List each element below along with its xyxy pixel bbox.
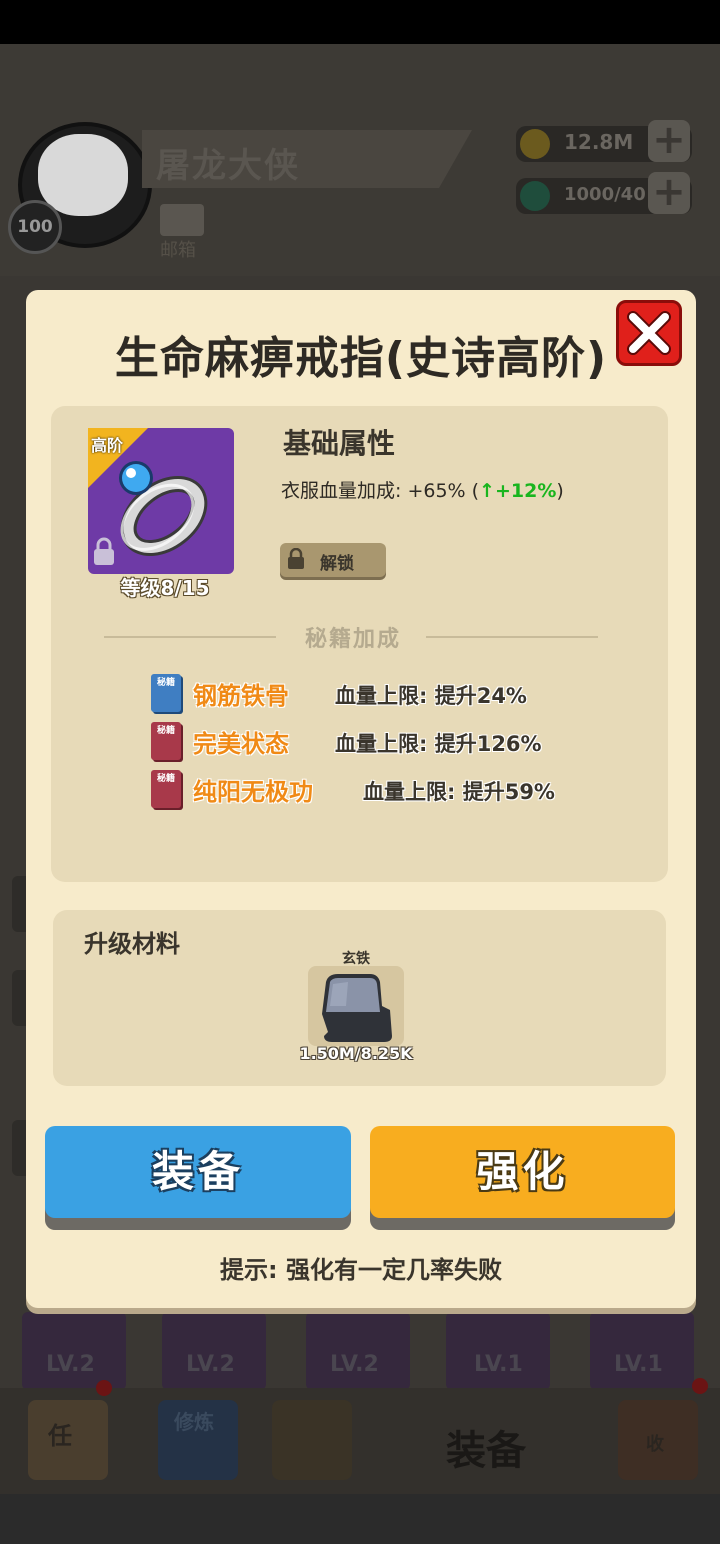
nav-cultivate-label: 修炼 [174,1410,214,1434]
divider-left [104,636,276,638]
skill-book-icon: 秘籍 [151,674,181,712]
lock-icon [94,537,114,565]
notification-dot [96,1380,112,1396]
materials-title: 升级材料 [84,930,180,958]
attribute-bonus: +12% [494,480,557,502]
up-arrow-icon: ↑ [479,480,495,502]
base-attributes-title: 基础属性 [283,427,396,460]
mail-label: 邮箱 [160,240,196,261]
attribute-close: ) [556,480,564,502]
skill-effect: 血量上限: 提升24% [335,684,527,708]
slot-level: LV.2 [46,1352,95,1377]
equip-slot-1[interactable] [22,1312,126,1390]
close-icon [627,311,671,355]
skill-effect: 血量上限: 提升59% [363,780,555,804]
skill-name: 纯阳无极功 [193,778,313,806]
equip-slot-3[interactable] [306,1312,410,1390]
notification-dot [692,1378,708,1394]
nav-equip-label[interactable]: 装备 [446,1418,526,1476]
nav-collect-label: 收 [646,1434,664,1455]
dialog-title: 生命麻痹戒指(史诗高阶) [114,333,608,384]
book-label: 秘籍 [157,774,176,784]
nav-task-label: 任 [48,1422,72,1450]
slot-level: LV.2 [186,1352,235,1377]
divider-right [426,636,598,638]
gem-icon [520,181,550,211]
gold-value: 12.8M [564,130,634,154]
avatar-face [38,134,128,216]
enhance-button[interactable]: 强化 [370,1126,675,1218]
skill-book-icon: 秘籍 [151,770,181,808]
equip-button-label: 装备 [151,1147,244,1196]
status-bar [0,0,720,44]
skill-book-icon: 秘籍 [151,722,181,760]
lock-icon [288,548,304,569]
iron-ore-icon [322,974,392,1042]
add-gold-button[interactable]: + [648,120,690,162]
nav-battle[interactable] [272,1400,352,1480]
mail-icon[interactable] [160,204,204,236]
skill-effect: 血量上限: 提升126% [335,732,542,756]
tier-label: 高阶 [91,436,124,455]
item-level: 等级8/15 [120,576,210,600]
material-count: 1.50M/8.25K [299,1044,413,1063]
close-button[interactable] [616,300,682,366]
equip-button[interactable]: 装备 [45,1126,351,1218]
gem-value: 1000/40 [564,184,646,205]
skill-name: 完美状态 [193,730,289,758]
slot-level: LV.2 [330,1352,379,1377]
book-label: 秘籍 [157,678,176,688]
enhance-button-label: 强化 [476,1147,569,1196]
equip-slot-2[interactable] [162,1312,266,1390]
skill-name: 钢筋铁骨 [193,682,289,710]
unlock-label: 解锁 [320,554,354,574]
equip-slot-4[interactable] [446,1312,550,1390]
material-name: 玄铁 [342,951,370,967]
slot-level: LV.1 [474,1352,523,1377]
add-gem-button[interactable]: + [648,172,690,214]
equip-slot-5[interactable] [590,1312,694,1390]
book-label: 秘籍 [157,726,176,736]
system-nav-bar [0,1494,720,1544]
material-slot[interactable] [308,966,404,1046]
attribute-line: 衣服血量加成: +65% (↑+12%) [281,476,564,503]
slot-level: LV.1 [614,1352,663,1377]
hint-text: 提示: 强化有一定几率失败 [220,1256,502,1284]
gold-coin-icon [520,129,550,159]
bottom-nav-bar [0,1388,720,1494]
player-level-badge: 100 [8,200,62,254]
secret-bonus-title: 秘籍加成 [304,627,401,652]
player-name: 屠龙大侠 [156,146,300,186]
attribute-text: 衣服血量加成: +65% ( [281,480,480,502]
